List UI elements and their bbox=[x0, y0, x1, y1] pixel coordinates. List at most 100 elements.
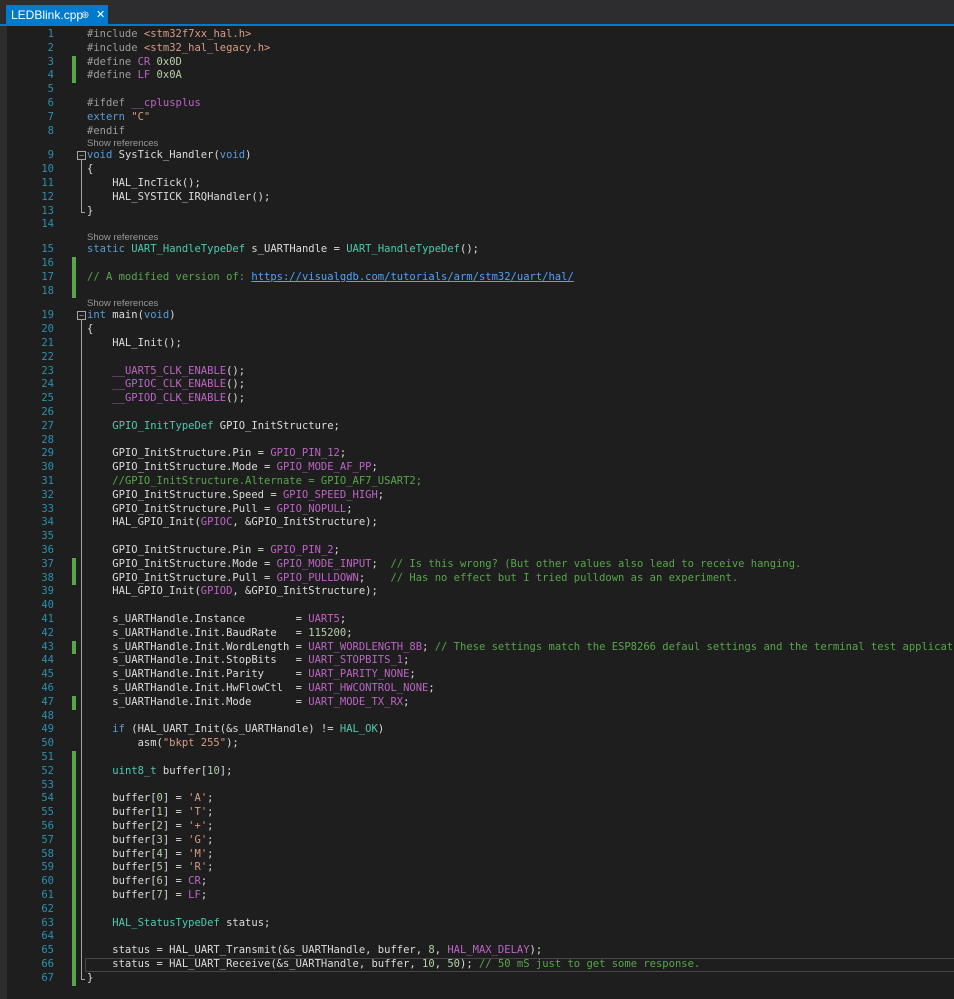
code-text[interactable]: asm("bkpt 255"); bbox=[87, 737, 239, 751]
code-line: 59 buffer[5] = 'R'; bbox=[7, 861, 954, 876]
code-text[interactable]: { bbox=[87, 323, 93, 337]
code-text[interactable]: HAL_StatusTypeDef status; bbox=[87, 917, 270, 931]
code-text[interactable]: status = HAL_UART_Receive(&s_UARTHandle,… bbox=[87, 958, 700, 972]
line-number: 40 bbox=[41, 599, 54, 612]
code-text[interactable]: uint8_t buffer[10]; bbox=[87, 765, 232, 779]
code-text[interactable]: GPIO_InitStructure.Pin = GPIO_PIN_2; bbox=[87, 544, 340, 558]
code-text[interactable]: buffer[3] = 'G'; bbox=[87, 834, 213, 848]
code-line: 27 GPIO_InitTypeDef GPIO_InitStructure; bbox=[7, 420, 954, 434]
code-token: ] = bbox=[162, 792, 189, 805]
code-text[interactable]: __UART5_CLK_ENABLE(); bbox=[87, 365, 245, 379]
code-token: ] = bbox=[162, 833, 189, 846]
code-text[interactable]: HAL_SYSTICK_IRQHandler(); bbox=[87, 191, 270, 205]
code-line: 55 buffer[1] = 'T'; bbox=[7, 806, 954, 820]
code-editor[interactable]: 1 #include <stm32f7xx_hal.h> 2 #include <st… bbox=[7, 26, 954, 999]
code-text[interactable]: HAL_GPIO_Init(GPIOC, &GPIO_InitStructure… bbox=[87, 516, 378, 530]
code-text[interactable]: } bbox=[87, 205, 93, 219]
code-text[interactable]: HAL_IncTick(); bbox=[87, 177, 201, 191]
code-text[interactable]: GPIO_InitStructure.Pull = GPIO_PULLDOWN;… bbox=[87, 572, 738, 586]
code-text[interactable]: buffer[7] = LF; bbox=[87, 889, 207, 903]
code-text[interactable]: buffer[2] = '+'; bbox=[87, 820, 213, 834]
code-token: ; bbox=[339, 447, 347, 460]
code-text[interactable]: //GPIO_InitStructure.Alternate = GPIO_AF… bbox=[87, 475, 422, 489]
code-text[interactable]: #include <stm32f7xx_hal.h> bbox=[87, 28, 251, 42]
code-text[interactable]: GPIO_InitTypeDef GPIO_InitStructure; bbox=[87, 420, 340, 434]
code-text[interactable]: #define LF 0x0A bbox=[87, 69, 182, 83]
code-text[interactable]: s_UARTHandle.Init.WordLength = UART_WORD… bbox=[87, 641, 954, 655]
tab-ledblink[interactable]: LEDBlink.cpp ⊕ ✕ bbox=[6, 5, 108, 26]
code-text[interactable]: #endif bbox=[87, 125, 125, 139]
change-marker bbox=[72, 640, 76, 655]
code-text[interactable]: GPIO_InitStructure.Pin = GPIO_PIN_12; bbox=[87, 447, 346, 461]
code-text[interactable]: static UART_HandleTypeDef s_UARTHandle =… bbox=[87, 243, 479, 257]
code-text[interactable]: HAL_GPIO_Init(GPIOD, &GPIO_InitStructure… bbox=[87, 585, 378, 599]
link[interactable]: https://visualgdb.com/tutorials/arm/stm3… bbox=[251, 271, 573, 283]
line-number: 54 bbox=[41, 792, 54, 805]
code-text[interactable]: __GPIOC_CLK_ENABLE(); bbox=[87, 378, 245, 392]
code-text[interactable]: extern "C" bbox=[87, 111, 150, 125]
code-text[interactable]: #ifdef __cplusplus bbox=[87, 97, 201, 111]
code-text[interactable]: GPIO_InitStructure.Mode = GPIO_MODE_INPU… bbox=[87, 558, 801, 572]
code-text[interactable]: HAL_Init(); bbox=[87, 337, 182, 351]
code-line: 42 s_UARTHandle.Init.BaudRate = 115200; bbox=[7, 627, 954, 641]
code-token: ; bbox=[377, 488, 385, 501]
code-token: ; bbox=[422, 640, 435, 653]
code-line: 1 #include <stm32f7xx_hal.h> bbox=[7, 28, 954, 42]
code-text[interactable]: #define CR 0x0D bbox=[87, 56, 182, 70]
code-text[interactable]: buffer[4] = 'M'; bbox=[87, 848, 213, 862]
code-line: 30 GPIO_InitStructure.Mode = GPIO_MODE_A… bbox=[7, 461, 954, 475]
line-number: 27 bbox=[41, 419, 54, 432]
show-references-link[interactable]: Show references bbox=[87, 232, 158, 243]
code-line: 54 buffer[0] = 'A'; bbox=[7, 792, 954, 807]
code-text[interactable]: #include <stm32_hal_legacy.h> bbox=[87, 42, 270, 56]
code-text[interactable]: GPIO_InitStructure.Speed = GPIO_SPEED_HI… bbox=[87, 489, 384, 503]
code-text[interactable]: s_UARTHandle.Init.Mode = UART_MODE_TX_RX… bbox=[87, 696, 409, 710]
code-token: ; bbox=[428, 682, 435, 694]
code-token: , &GPIO_InitStructure); bbox=[232, 516, 378, 529]
code-text[interactable]: } bbox=[87, 972, 93, 986]
code-token: ; bbox=[409, 668, 416, 681]
code-token: buffer[ bbox=[87, 833, 157, 846]
code-line: 40 bbox=[7, 599, 954, 613]
line-number: 47 bbox=[41, 695, 54, 708]
code-text[interactable]: buffer[5] = 'R'; bbox=[87, 861, 213, 875]
collapse-icon[interactable]: − bbox=[77, 311, 86, 321]
close-icon[interactable]: ✕ bbox=[96, 5, 105, 26]
line-number: 37 bbox=[41, 557, 54, 570]
code-text[interactable]: s_UARTHandle.Init.HwFlowCtl = UART_HWCON… bbox=[87, 682, 435, 696]
code-text[interactable]: GPIO_InitStructure.Mode = GPIO_MODE_AF_P… bbox=[87, 461, 378, 475]
code-text[interactable]: s_UARTHandle.Init.BaudRate = 115200; bbox=[87, 626, 353, 641]
code-text[interactable]: status = HAL_UART_Transmit(&s_UARTHandle… bbox=[87, 944, 542, 958]
code-text[interactable]: // A modified version of: https://visual… bbox=[87, 271, 574, 285]
code-text[interactable]: buffer[0] = 'A'; bbox=[87, 792, 213, 806]
code-text[interactable]: void SysTick_Handler(void) bbox=[87, 149, 251, 163]
change-marker bbox=[72, 764, 76, 779]
code-token: 115200 bbox=[308, 626, 347, 639]
line-number: 3 bbox=[47, 55, 54, 68]
line-number: 64 bbox=[41, 930, 54, 943]
code-token: ; bbox=[333, 544, 340, 556]
code-text[interactable]: { bbox=[87, 163, 93, 177]
line-number: 46 bbox=[41, 682, 54, 694]
code-line: 48 bbox=[7, 710, 954, 724]
code-text[interactable]: buffer[1] = 'T'; bbox=[87, 806, 213, 820]
code-text[interactable]: __GPIOD_CLK_ENABLE(); bbox=[87, 392, 245, 406]
code-token: s_UARTHandle = bbox=[245, 243, 347, 256]
show-references-link[interactable]: Show references bbox=[87, 138, 158, 149]
code-text[interactable]: s_UARTHandle.Init.StopBits = UART_STOPBI… bbox=[87, 654, 409, 668]
code-token: s_UARTHandle.Init.StopBits = bbox=[87, 654, 309, 667]
code-text[interactable]: if (HAL_UART_Init(&s_UARTHandle) != HAL_… bbox=[87, 723, 384, 737]
code-text[interactable]: buffer[6] = CR; bbox=[87, 875, 207, 889]
line-number: 32 bbox=[41, 488, 54, 501]
code-text[interactable]: GPIO_InitStructure.Pull = GPIO_NOPULL; bbox=[87, 503, 352, 517]
show-references-link[interactable]: Show references bbox=[87, 298, 158, 309]
code-text[interactable]: int main(void) bbox=[87, 309, 176, 323]
code-text[interactable]: s_UARTHandle.Init.Parity = UART_PARITY_N… bbox=[87, 668, 416, 682]
code-token: ; bbox=[207, 806, 214, 819]
pin-icon[interactable]: ⊕ bbox=[81, 5, 89, 26]
code-text[interactable]: s_UARTHandle.Instance = UART5; bbox=[87, 613, 346, 627]
collapse-icon[interactable]: − bbox=[77, 151, 86, 161]
line-number: 44 bbox=[41, 654, 54, 667]
code-token: #define bbox=[87, 69, 138, 82]
code-token: ; bbox=[346, 626, 353, 639]
